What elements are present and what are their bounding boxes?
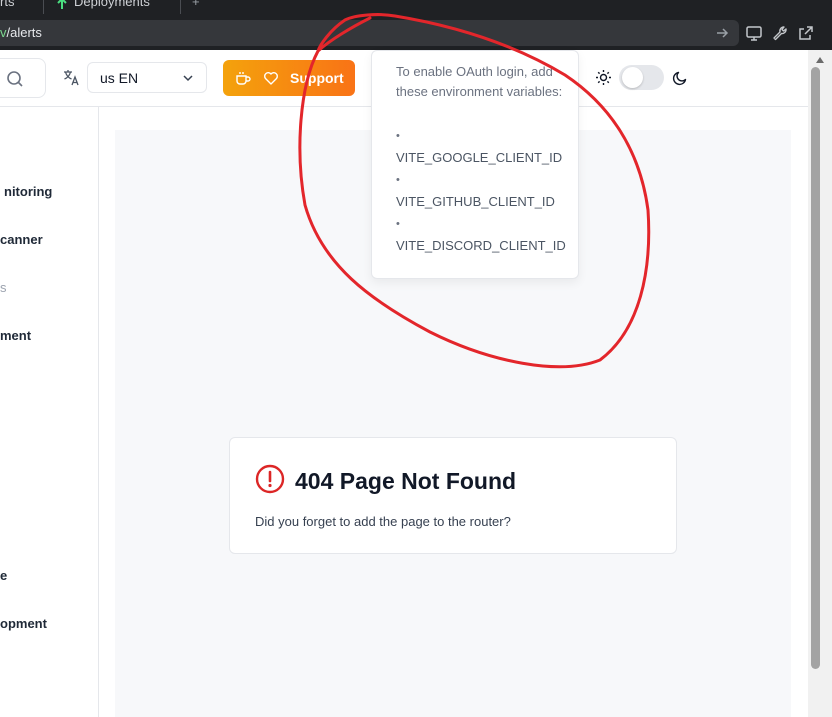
browser-tab-deployments[interactable]: Deployments: [74, 0, 150, 10]
env-var-github: VITE_GITHUB_CLIENT_ID: [396, 194, 555, 209]
language-select-value: us EN: [100, 70, 139, 86]
browser-tab-alerts[interactable]: rts: [0, 0, 14, 10]
scroll-up-icon[interactable]: [816, 57, 824, 63]
sidebar-item-e[interactable]: e: [0, 568, 7, 583]
env-var-discord: VITE_DISCORD_CLIENT_ID: [396, 238, 566, 253]
browser-tabstrip: rts Deployments +: [0, 0, 832, 16]
url-text: v/alerts: [0, 25, 42, 40]
not-found-card: 404 Page Not Found Did you forget to add…: [229, 437, 677, 554]
support-button[interactable]: Support: [223, 60, 355, 96]
theme-toggle-knob: [622, 67, 643, 88]
bullet: •: [396, 218, 400, 230]
scrollbar-thumb[interactable]: [811, 67, 820, 669]
sidebar-item-scanner[interactable]: canner: [0, 232, 43, 247]
browser-address-bar: v/alerts: [0, 16, 832, 50]
not-found-description: Did you forget to add the page to the ro…: [255, 514, 511, 529]
external-link-icon[interactable]: [797, 24, 815, 42]
coffee-icon: [236, 72, 251, 85]
support-button-label: Support: [290, 70, 344, 86]
not-found-title: 404 Page Not Found: [295, 468, 517, 494]
sidebar: nitoring canner s ment e opment: [0, 107, 99, 717]
alert-circle-icon: [255, 464, 285, 494]
page-scrollbar[interactable]: [808, 50, 832, 717]
language-select[interactable]: us EN: [87, 62, 207, 93]
sidebar-item-partial[interactable]: s: [0, 280, 7, 295]
heart-icon: [264, 72, 278, 85]
monitor-icon[interactable]: [745, 24, 763, 42]
new-tab-button[interactable]: +: [192, 0, 200, 10]
search-button[interactable]: [0, 58, 46, 98]
wrench-icon[interactable]: [771, 24, 789, 42]
oauth-tooltip: To enable OAuth login, add these environ…: [371, 50, 579, 279]
arrow-right-icon[interactable]: [713, 24, 731, 42]
sun-icon: [596, 70, 611, 85]
env-var-google: VITE_GOOGLE_CLIENT_ID: [396, 150, 563, 165]
url-path: /alerts: [6, 25, 42, 40]
chevron-down-icon: [183, 75, 193, 82]
translate-icon: [64, 70, 79, 86]
sidebar-item-development[interactable]: opment: [0, 616, 47, 631]
search-icon: [7, 71, 23, 87]
tab-divider: [180, 0, 181, 14]
oauth-tooltip-intro: To enable OAuth login, add these environ…: [396, 64, 563, 99]
sidebar-item-management[interactable]: ment: [0, 328, 31, 343]
tab-divider: [43, 0, 44, 14]
bullet: •: [396, 130, 400, 142]
theme-toggle[interactable]: [619, 65, 664, 90]
url-field[interactable]: v/alerts: [0, 20, 739, 46]
deployments-tab-icon: [57, 0, 67, 9]
bullet: •: [396, 174, 400, 186]
moon-icon: [672, 71, 687, 86]
app-root: rts Deployments + v/alerts us EN Support…: [0, 0, 832, 717]
sidebar-item-monitoring[interactable]: nitoring: [4, 184, 52, 199]
